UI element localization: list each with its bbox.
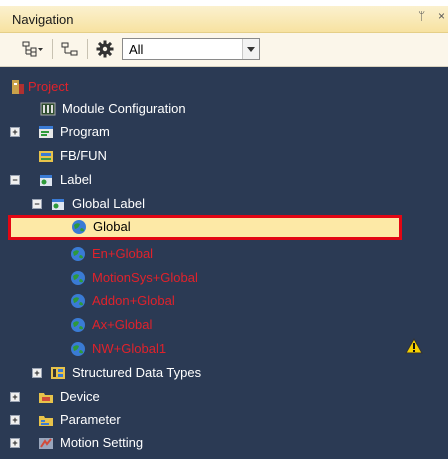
tree-view-icon [22,41,43,57]
tree-item-label: Ax+Global [92,317,153,332]
expand-toggle[interactable]: + [10,127,20,137]
global-icon [71,247,85,261]
navigation-panel: Navigation ᛘ × All Project Module Config… [0,0,448,459]
pin-icon[interactable]: ᛘ [418,9,425,23]
tree-item-addon-global[interactable]: Addon+Global [0,289,448,313]
tree-item-structured-data-types[interactable]: + Structured Data Types [0,361,448,385]
global-icon [71,342,85,356]
settings-button[interactable] [93,38,117,60]
parameter-icon [39,416,53,426]
tree-item-nw-global[interactable]: NW+Global1 [0,337,448,361]
collapse-button[interactable] [58,38,82,60]
tree-item-label: Structured Data Types [72,365,202,380]
project-tree: Project Module Configuration + Program F… [0,67,448,459]
tree-item-motion-setting[interactable]: + Motion Setting [0,431,448,455]
collapse-toggle[interactable]: − [32,199,42,209]
program-icon [39,126,53,138]
tree-view-button[interactable] [20,38,46,60]
expand-toggle[interactable]: + [10,438,20,448]
tree-item-label: Motion Setting [60,435,144,450]
toolbar-separator [87,39,88,59]
module-configuration-icon [40,102,56,116]
tree-item-label: Addon+Global [92,293,175,308]
tree-item-en-global[interactable]: En+Global [0,242,448,266]
warning-icon[interactable] [405,338,423,354]
expand-toggle[interactable]: + [32,368,42,378]
collapse-icon [61,42,78,56]
global-icon [72,220,86,234]
panel-titlebar: Navigation ᛘ × [0,6,448,33]
global-icon [71,294,85,308]
tree-item-motionsys-global[interactable]: MotionSys+Global [0,266,448,290]
toolbar: All [0,33,448,67]
label-icon [40,175,52,186]
tree-item-label: Parameter [60,412,121,427]
expand-toggle[interactable]: + [10,392,20,402]
global-icon [71,271,85,285]
tree-item-project[interactable]: Project [0,75,448,99]
fb-fun-icon [39,151,53,162]
collapse-toggle[interactable]: − [10,175,20,185]
tree-item-ax-global[interactable]: Ax+Global [0,313,448,337]
tree-item-label: Program [60,124,110,139]
tree-item-global[interactable]: Global [8,215,402,240]
tree-item-global-label[interactable]: − Global Label [0,192,448,216]
tree-item-program[interactable]: + Program [0,120,448,144]
tree-item-label: En+Global [92,246,154,261]
tree-item-label: Label [60,172,92,187]
device-icon [39,393,53,403]
filter-dropdown[interactable]: All [122,38,260,60]
tree-item-parameter[interactable]: + Parameter [0,408,448,432]
tree-item-label: FB/FUN [60,148,107,163]
tree-item-label: Device [60,389,100,404]
tree-item-label-folder[interactable]: − Label [0,168,448,192]
panel-title: Navigation [12,12,74,27]
tree-item-device[interactable]: + Device [0,385,448,409]
gear-icon [96,40,114,58]
global-label-icon [52,199,64,210]
structured-data-types-icon [51,367,65,379]
tree-item-label: Module Configuration [62,101,186,116]
tree-item-fb-fun[interactable]: FB/FUN [0,144,448,168]
motion-setting-icon [39,438,53,449]
expand-toggle[interactable]: + [10,415,20,425]
toolbar-separator [52,39,53,59]
tree-item-label: MotionSys+Global [92,270,198,285]
filter-value: All [129,42,144,57]
tree-item-module-configuration[interactable]: Module Configuration [0,97,448,121]
tree-item-label: Project [28,79,69,94]
tree-item-label: Global [93,219,131,234]
project-icon [12,80,24,94]
close-icon[interactable]: × [438,9,445,23]
chevron-down-icon[interactable] [242,39,259,59]
global-icon [71,318,85,332]
tree-item-label: NW+Global1 [92,341,167,356]
tree-item-label: Global Label [72,196,145,211]
